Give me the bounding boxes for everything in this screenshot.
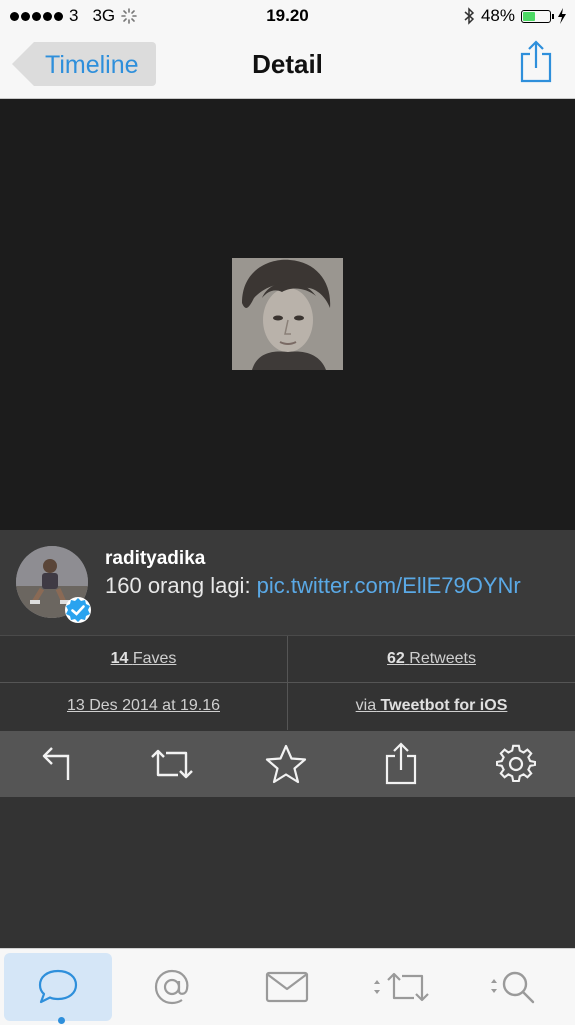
retweets-label: Retweets	[409, 650, 476, 667]
tweet-date: 13 Des 2014 at 19.16	[66, 697, 220, 714]
retweets-count-link[interactable]: 62 Retweets	[288, 636, 575, 682]
tweet-text: 160 orang lagi: pic.twitter.com/EllE79OY…	[105, 573, 521, 599]
tab-messages[interactable]	[233, 953, 341, 1021]
share-icon	[520, 40, 552, 83]
tab-timeline[interactable]	[4, 953, 112, 1024]
tweet-link[interactable]: pic.twitter.com/EllE79OYNr	[257, 573, 521, 598]
status-bar: 3 3G 19.20 48%	[0, 0, 575, 32]
tweet-stats: 14 Faves 62 Retweets 13 Des 2014 at 19.1…	[0, 636, 575, 730]
tweet-photo[interactable]	[232, 258, 343, 370]
media-viewer[interactable]	[0, 99, 575, 530]
bluetooth-icon	[464, 7, 475, 25]
status-right: 48%	[463, 6, 567, 26]
page-title: Detail	[252, 49, 323, 79]
reply-icon	[42, 747, 70, 780]
at-sign-icon	[154, 969, 189, 1005]
tweet-action-bar	[0, 731, 575, 797]
tweet-text-body: 160 orang lagi:	[105, 573, 257, 598]
retweet-icon	[374, 972, 429, 1002]
battery-icon	[521, 9, 554, 23]
tab-mentions[interactable]	[118, 953, 226, 1021]
share-button[interactable]	[519, 40, 553, 89]
battery-percent: 48%	[480, 6, 515, 25]
portrait-image	[232, 258, 343, 370]
star-icon	[265, 744, 307, 784]
tweet-card: radityadika 160 orang lagi: pic.twitter.…	[0, 530, 575, 636]
tab-bar	[0, 948, 575, 1025]
faves-label: Faves	[132, 650, 177, 667]
faves-count-link[interactable]: 14 Faves	[0, 636, 287, 682]
charging-bolt-icon	[558, 8, 566, 24]
tab-search[interactable]	[461, 953, 569, 1021]
search-icon	[491, 971, 535, 1004]
navigation-bar: Timeline Detail	[0, 32, 575, 99]
stats-vertical-divider	[287, 636, 288, 730]
tab-retweets[interactable]	[347, 953, 455, 1021]
retweet-button[interactable]	[147, 739, 197, 789]
via-label: via	[355, 697, 377, 714]
tweet-username[interactable]: radityadika	[105, 548, 205, 570]
client-name: Tweetbot for iOS	[380, 697, 508, 714]
envelope-icon	[265, 971, 309, 1003]
chat-bubble-icon	[38, 969, 78, 1004]
retweets-count: 62	[387, 650, 405, 667]
client-link[interactable]: via Tweetbot for iOS	[288, 683, 575, 729]
battery-fill	[523, 11, 535, 21]
faves-count: 14	[110, 650, 129, 667]
share-icon	[385, 742, 417, 785]
active-tab-indicator	[58, 1017, 65, 1024]
gear-icon	[496, 744, 536, 783]
favorite-button[interactable]	[261, 739, 311, 789]
share-tweet-button[interactable]	[376, 739, 426, 789]
verified-badge-icon	[64, 596, 92, 624]
tweet-date-link[interactable]: 13 Des 2014 at 19.16	[0, 683, 287, 729]
reply-button[interactable]	[33, 739, 83, 789]
retweet-icon	[151, 749, 193, 779]
settings-button[interactable]	[491, 739, 541, 789]
